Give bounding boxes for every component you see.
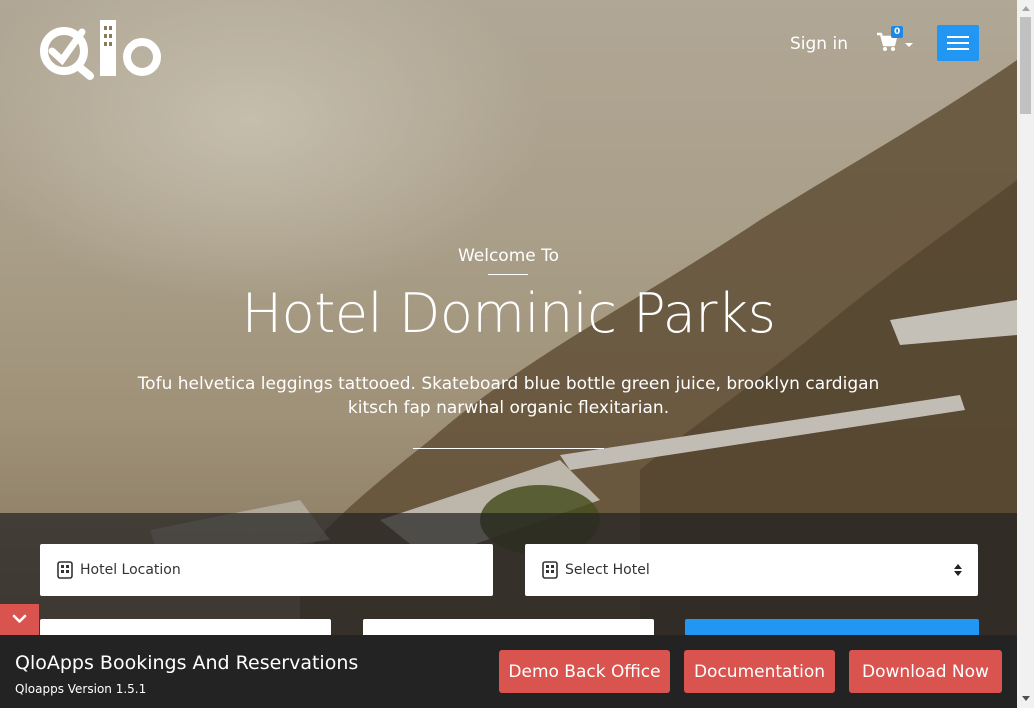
vertical-scrollbar[interactable] bbox=[1017, 0, 1034, 708]
scroll-down-arrow-icon[interactable] bbox=[1022, 696, 1030, 701]
sign-in-link[interactable]: Sign in bbox=[790, 34, 848, 54]
hamburger-icon-bar bbox=[947, 42, 969, 44]
footer-version: Qloapps Version 1.5.1 bbox=[15, 682, 147, 696]
hero-divider bbox=[413, 448, 604, 449]
menu-toggle-button[interactable] bbox=[937, 25, 979, 61]
page: Sign in 0 Welcome To Hotel Dominic Parks… bbox=[0, 0, 1017, 708]
cart-button[interactable]: 0 bbox=[876, 26, 916, 58]
hotel-location-input[interactable]: Hotel Location bbox=[40, 544, 493, 596]
demo-back-office-button[interactable]: Demo Back Office bbox=[499, 650, 670, 693]
site-logo[interactable] bbox=[38, 18, 166, 80]
chevron-down-icon bbox=[12, 614, 27, 623]
hero-welcome-text: Welcome To bbox=[457, 246, 560, 266]
scroll-up-arrow-icon[interactable] bbox=[1022, 6, 1030, 11]
hamburger-icon-bar bbox=[947, 48, 969, 50]
demo-footer-bar: QloApps Bookings And Reservations Qloapp… bbox=[0, 635, 1017, 708]
cart-caret-icon bbox=[905, 43, 913, 47]
welcome-divider bbox=[488, 274, 528, 275]
hotel-building-icon bbox=[57, 561, 73, 579]
documentation-button[interactable]: Documentation bbox=[684, 650, 835, 693]
hero-description: Tofu helvetica leggings tattooed. Skateb… bbox=[137, 374, 880, 418]
download-now-button[interactable]: Download Now bbox=[849, 650, 1002, 693]
hotel-building-icon bbox=[542, 561, 558, 579]
footer-title: QloApps Bookings And Reservations bbox=[15, 652, 359, 674]
scrollbar-thumb[interactable] bbox=[1020, 17, 1031, 114]
demo-bar-toggle-button[interactable] bbox=[0, 604, 39, 635]
hero-title: Hotel Dominic Parks bbox=[241, 282, 776, 345]
hotel-location-placeholder: Hotel Location bbox=[80, 562, 181, 578]
select-hotel-dropdown[interactable]: Select Hotel bbox=[525, 544, 978, 596]
hamburger-icon-bar bbox=[947, 36, 969, 38]
cart-count-badge: 0 bbox=[891, 26, 904, 38]
select-hotel-value: Select Hotel bbox=[565, 562, 650, 578]
select-arrows-icon bbox=[954, 564, 962, 576]
